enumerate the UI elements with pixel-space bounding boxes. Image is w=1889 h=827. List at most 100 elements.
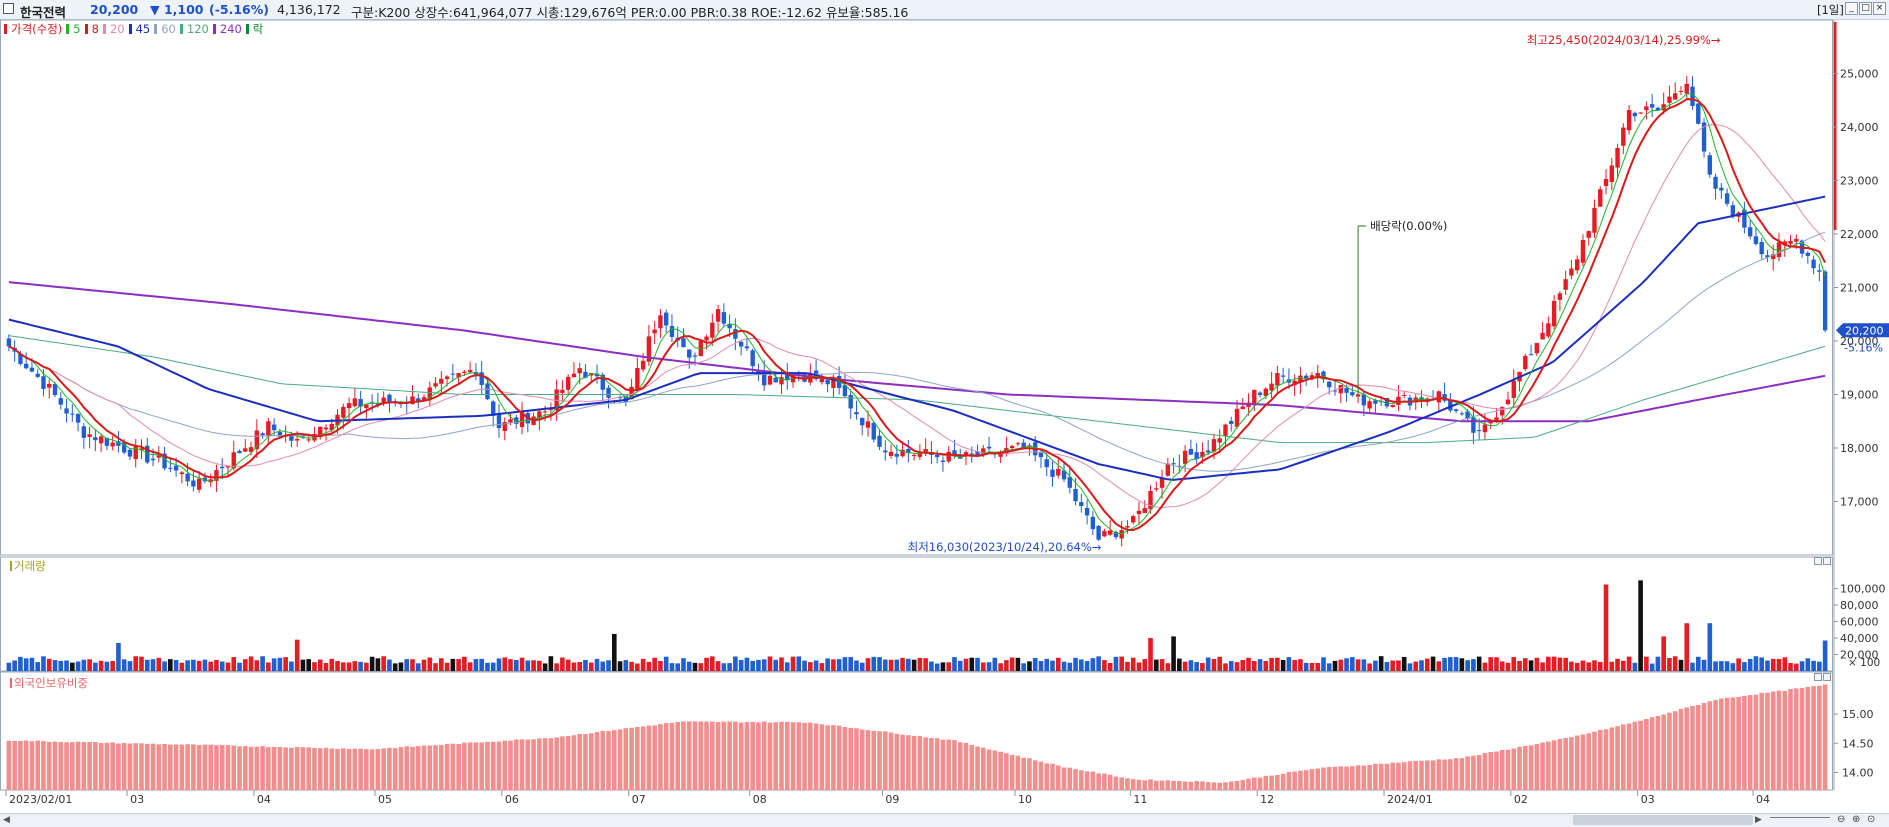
volume-bar [64,660,69,671]
foreign-bar [629,727,634,790]
candle-body [1240,406,1245,410]
foreign-bar [289,747,294,790]
candle-body [1540,332,1545,340]
foreign-bar [761,721,767,790]
volume-bar [289,661,294,671]
foreign-bar [986,749,992,790]
foreign-bar [237,746,242,790]
foreign-bar [1592,731,1597,790]
x-tick-label-14: 04 [1756,793,1770,806]
volume-bar [29,657,35,671]
volume-bar [1194,662,1199,671]
candle-body [1165,463,1171,476]
foreign-bar [1136,779,1142,790]
volume-bar [548,656,554,671]
volume-bar [1793,663,1799,671]
foreign-bar [952,740,957,790]
candle-body [1817,270,1822,272]
foreign-bar [1211,782,1217,790]
price-panel-frame [0,19,1833,556]
foreign-bar [1292,771,1297,790]
foreign-bar [1448,759,1453,790]
foreign-bar [1275,775,1280,790]
scroll-left-icon[interactable]: ◀ [3,815,10,825]
foreign-bar [1597,729,1603,790]
candle-body [1684,83,1689,94]
volume-bar [162,661,167,671]
candle-body [1211,439,1217,452]
volume-bar [1367,663,1372,671]
volume-bar [329,658,335,671]
candle-body [577,368,582,374]
foreign-panel-minimize[interactable] [1814,673,1822,681]
scroll-thumb[interactable] [1573,815,1753,825]
volume-bar [790,656,796,671]
volume-bar [202,659,208,671]
volume-bar [1032,657,1038,671]
foreign-bar [1695,705,1701,790]
foreign-bar [1061,767,1067,790]
volume-bar [6,662,12,671]
foreign-bar [485,741,490,790]
volume-bar [150,659,156,671]
foreign-bar [294,746,300,790]
foreign-bar [525,739,531,790]
zoom-in-icon[interactable]: ⊕ [1852,814,1860,825]
zoom-out-icon[interactable]: ⊖ [1837,814,1845,825]
ma60-line [8,231,1826,472]
volume-bar [173,659,179,671]
zoom-slider[interactable] [1770,817,1830,824]
foreign-panel-close[interactable] [1823,673,1831,681]
volume-panel-minimize[interactable] [1814,557,1822,565]
foreign-bar [802,722,807,790]
volume-bar [1684,623,1690,671]
foreign-bar [1528,745,1534,790]
foreign-bar [831,725,836,790]
volume-bar [1315,663,1321,671]
volume-bar [1205,657,1211,671]
foreign-bar [1355,765,1361,790]
foreign-bars [6,684,1828,790]
candle-body [1257,392,1263,395]
last-price-label: 20,200 [1845,324,1884,337]
volume-bar [738,660,744,671]
foreign-tick-label-0: 14.00 [1842,766,1874,779]
volume-bar [1626,656,1632,671]
volume-bar [761,659,767,671]
volume-bar [825,658,830,671]
foreign-bar [946,739,952,790]
candle-body [306,439,311,441]
candle-body [196,478,202,490]
foreign-bar [1165,780,1171,790]
x-tick-label-0: 2023/02/01 [9,793,72,806]
price-chart[interactable]: 2023/02/01 03 04 05 06 07 08 09 10 11 12 2024/01 02 0… [0,0,1889,813]
volume-panel-close[interactable] [1823,557,1831,565]
candle-body [173,465,179,471]
candle-body [692,355,698,357]
candle-body [1205,450,1211,453]
volume-bar [623,660,629,671]
foreign-bar [1067,767,1073,790]
volume-bar [1153,659,1159,671]
foreign-bar [75,741,81,790]
candle-body [1390,405,1395,408]
zoom-reset-icon[interactable]: ⊙ [1867,814,1875,825]
volume-bar [1655,656,1661,671]
volume-bar [23,658,29,671]
scroll-right-icon[interactable]: ▶ [1755,815,1762,825]
foreign-bar [1436,759,1442,790]
candle-body [1350,392,1355,396]
volume-bar [346,662,352,671]
foreign-bar [1332,766,1338,790]
horizontal-scrollbar[interactable]: ◀ ▶ ⊖ ⊕ ⊙ [0,813,1889,827]
candle-body [64,408,69,414]
volume-bar [963,658,969,671]
volume-bar [1067,662,1073,671]
foreign-bar [1817,685,1822,790]
volume-bar [75,661,81,671]
volume-bar [1073,657,1078,671]
price-tick-label-5: 22,000 [1840,228,1879,241]
candle-body [1511,380,1516,398]
volume-bar [433,663,438,671]
candle-body [1280,375,1286,377]
